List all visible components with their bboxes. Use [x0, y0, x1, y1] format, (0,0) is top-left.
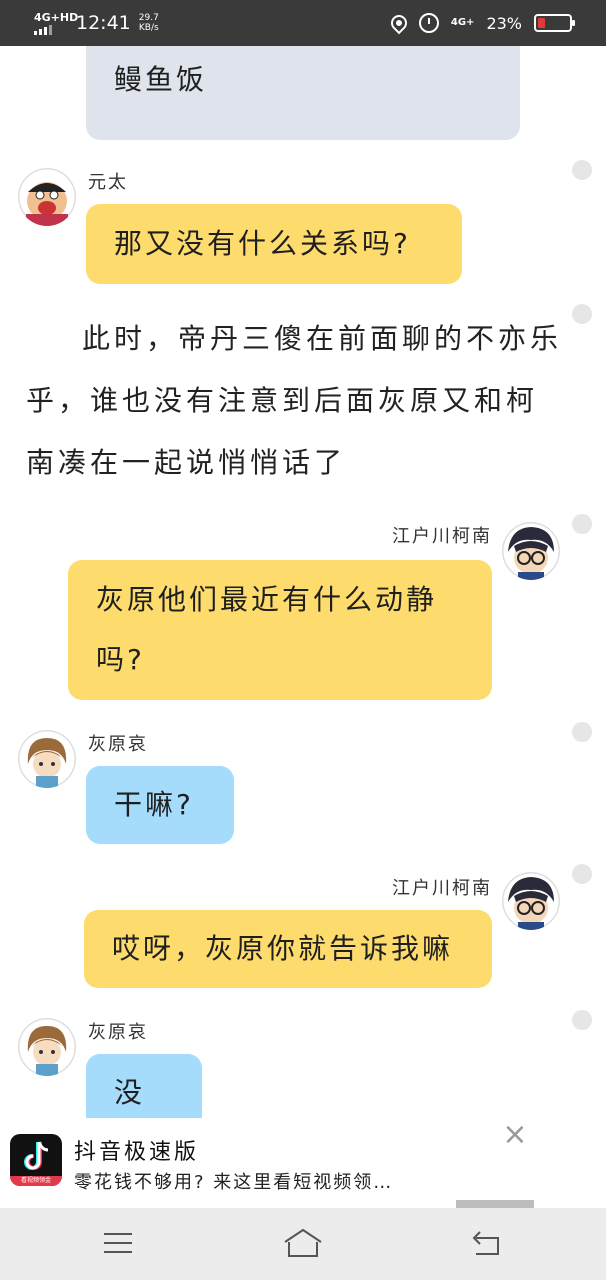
ad-indicator: [456, 1200, 534, 1208]
sender-name: 江户川柯南: [392, 526, 492, 547]
message-bubble: 哎呀，灰原你就告诉我嘛: [84, 910, 492, 988]
sender-name: 元太: [88, 172, 128, 193]
back-icon[interactable]: [468, 1226, 508, 1262]
message-dot: [572, 1010, 592, 1030]
message-dot: [572, 514, 592, 534]
chat-area[interactable]: 鳗鱼饭 元太 那又没有什么关系吗? 此时，帝丹三傻在前面聊的不亦乐乎，谁也没有注…: [0, 46, 606, 1118]
speed-value: 29.7: [138, 13, 159, 23]
message-bubble: 那又没有什么关系吗?: [86, 204, 462, 284]
message-text: 灰原他们最近有什么动静: [96, 583, 438, 616]
menu-icon[interactable]: [98, 1226, 138, 1262]
message-bubble: 鳗鱼饭: [86, 46, 520, 140]
navigation-bar: [0, 1208, 606, 1280]
network-4g-icon: 4G+: [450, 17, 475, 28]
network-type: 4G+HD: [34, 10, 79, 24]
close-icon[interactable]: ×: [500, 1120, 530, 1150]
message-bubble: 灰原他们最近有什么动静 吗?: [68, 560, 492, 700]
message-dot: [572, 160, 592, 180]
clock: 12:41: [76, 12, 131, 34]
message-bubble: 没有: [86, 1054, 202, 1118]
ad-banner[interactable]: 看视频领金 抖音极速版 零花钱不够用? 来这里看短视频领… ×: [0, 1120, 606, 1208]
battery-percent: 23%: [486, 13, 522, 33]
message-text: 鳗鱼饭: [114, 63, 208, 96]
message-text: 干嘛?: [114, 788, 194, 821]
ad-subtitle[interactable]: 零花钱不够用? 来这里看短视频领…: [74, 1168, 393, 1194]
conan-avatar[interactable]: [502, 522, 560, 580]
message-bubble: 干嘛?: [86, 766, 234, 844]
narration-text: 此时，帝丹三傻在前面聊的不亦乐乎，谁也没有注意到后面灰原又和柯南凑在一起说悄悄话…: [26, 322, 563, 479]
status-bar: 4G+HD 12:41 29.7 KB/s 4G+ 23%: [0, 0, 606, 46]
logo-strip-text: 看视频领金: [10, 1176, 62, 1186]
location-icon: [387, 11, 411, 35]
haibara-avatar[interactable]: [18, 1018, 76, 1076]
sender-name: 灰原哀: [88, 734, 148, 755]
haibara-avatar[interactable]: [18, 730, 76, 788]
ad-title[interactable]: 抖音极速版: [74, 1134, 199, 1166]
battery-icon: [534, 14, 575, 32]
message-text: 哎呀，灰原你就告诉我嘛: [112, 932, 454, 965]
speed-unit: KB/s: [138, 23, 159, 33]
network-speed: 29.7 KB/s: [139, 13, 159, 33]
home-icon[interactable]: [283, 1226, 323, 1262]
message-dot: [572, 864, 592, 884]
message-text: 那又没有什么关系吗?: [114, 227, 411, 260]
message-dot: [572, 722, 592, 742]
conan-avatar[interactable]: [502, 872, 560, 930]
sender-name: 灰原哀: [88, 1022, 148, 1043]
genta-avatar[interactable]: [18, 168, 76, 226]
message-dot: [572, 304, 592, 324]
message-text: 吗?: [96, 643, 145, 676]
alarm-icon: [418, 13, 439, 33]
sender-name: 江户川柯南: [392, 878, 492, 899]
douyin-logo-icon[interactable]: 看视频领金: [10, 1134, 62, 1186]
message-text: 没有: [114, 1076, 146, 1109]
network-signal-icon: 4G+HD: [34, 12, 78, 35]
